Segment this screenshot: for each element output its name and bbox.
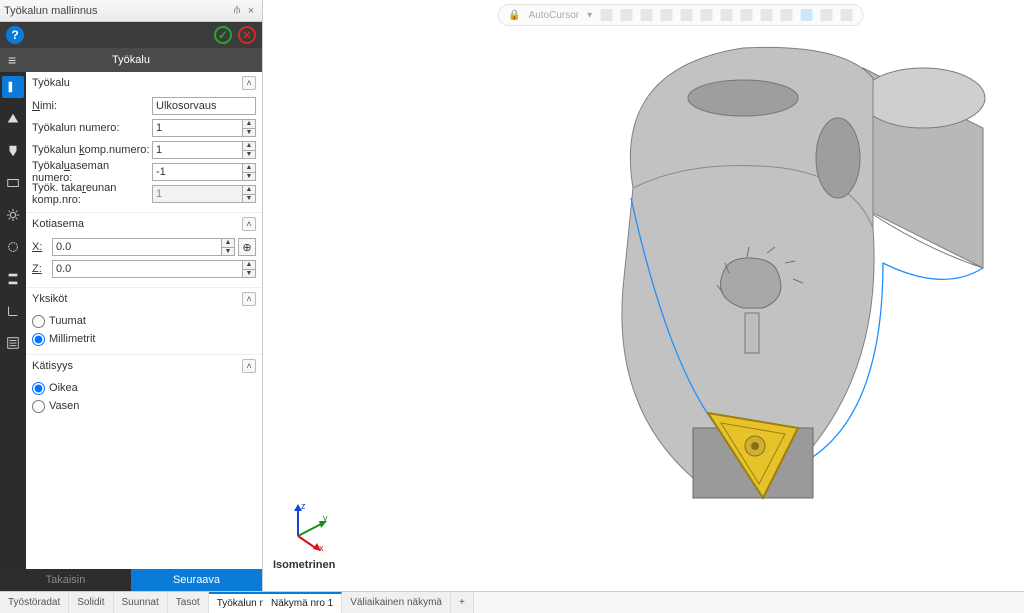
- compno-input[interactable]: 1: [152, 141, 243, 159]
- tab-planes[interactable]: Suunnat: [114, 592, 168, 613]
- tab-addview[interactable]: +: [451, 592, 474, 613]
- next-button[interactable]: Seuraava: [131, 569, 262, 591]
- iconbar-holder[interactable]: [2, 140, 24, 162]
- panel-toolbar: ?: [0, 22, 262, 48]
- tab-levels[interactable]: Tasot: [168, 592, 209, 613]
- x-spinner[interactable]: ▲▼: [221, 238, 235, 256]
- panel-footer: Takaisin Seuraava: [0, 569, 262, 591]
- chevron-up-icon[interactable]: ˄: [242, 359, 256, 373]
- compno-spinner[interactable]: ▲▼: [242, 141, 256, 159]
- tool-3d-view: [443, 8, 1003, 548]
- x-label: X:: [32, 241, 52, 253]
- svg-text:z: z: [301, 501, 306, 511]
- tab-view1[interactable]: Näkymä nro 1: [263, 592, 342, 613]
- pick-target-button[interactable]: ⊕: [238, 238, 256, 256]
- stationno-input[interactable]: -1: [152, 163, 243, 181]
- group-home-header[interactable]: Kotiasema ˄: [26, 212, 262, 235]
- ok-button[interactable]: [214, 26, 232, 44]
- tab-tempview[interactable]: Väliaikainen näkymä: [342, 592, 451, 613]
- group-units-header[interactable]: Yksiköt ˄: [26, 287, 262, 310]
- hand-right-radio[interactable]: Oikea: [32, 379, 256, 397]
- group-tool-header[interactable]: Työkalu ˄: [26, 72, 262, 94]
- name-input[interactable]: Ulkosorvaus: [152, 97, 256, 115]
- iconbar-setup[interactable]: [2, 172, 24, 194]
- iconbar-axis[interactable]: [2, 300, 24, 322]
- rearcomp-label: Työk. takareunan komp.nro:: [32, 182, 152, 206]
- view-orientation-label: Isometrinen: [273, 559, 335, 571]
- chevron-up-icon[interactable]: ˄: [242, 292, 256, 306]
- help-icon[interactable]: ?: [6, 26, 24, 44]
- toolno-label: Työkalun numero:: [32, 122, 152, 134]
- bottom-tab-strip: Työstöradat Solidit Suunnat Tasot Työkal…: [0, 591, 1024, 613]
- units-inches-radio[interactable]: Tuumat: [32, 312, 256, 330]
- chevron-up-icon[interactable]: ˄: [242, 76, 256, 90]
- tab-toolpaths[interactable]: Työstöradat: [0, 592, 69, 613]
- name-label: Nimi:: [32, 100, 152, 112]
- units-mm-radio[interactable]: Millimetrit: [32, 330, 256, 348]
- close-icon[interactable]: ×: [244, 5, 258, 17]
- iconbar-align[interactable]: [2, 268, 24, 290]
- properties-area: Työkalu ˄ Nimi: Ulkosorvaus Työkalun num…: [26, 72, 262, 569]
- panel-subhead-label: Työkalu: [112, 54, 150, 66]
- left-panel: Työkalun mallinnus ⫛ × ? ≡ Työkalu: [0, 0, 263, 591]
- hamburger-icon[interactable]: ≡: [8, 52, 16, 68]
- x-input[interactable]: 0.0: [52, 238, 222, 256]
- z-spinner[interactable]: ▲▼: [242, 260, 256, 278]
- iconbar-insert[interactable]: [2, 108, 24, 130]
- svg-text:y: y: [323, 513, 328, 523]
- chevron-up-icon[interactable]: ˄: [242, 217, 256, 231]
- hand-left-radio[interactable]: Vasen: [32, 397, 256, 415]
- back-button[interactable]: Takaisin: [0, 569, 131, 591]
- z-label: Z:: [32, 263, 52, 275]
- iconbar-gear[interactable]: [2, 204, 24, 226]
- cancel-button[interactable]: [238, 26, 256, 44]
- stationno-label: Työkaluaseman numero:: [32, 160, 152, 184]
- pin-icon[interactable]: ⫛: [230, 4, 244, 17]
- rearcomp-input: 1: [152, 185, 243, 203]
- panel-iconbar: [0, 72, 26, 569]
- axis-gnomon: z y x: [283, 501, 333, 551]
- panel-titlebar: Työkalun mallinnus ⫛ ×: [0, 0, 262, 22]
- tab-solids[interactable]: Solidit: [69, 592, 113, 613]
- group-hand-header[interactable]: Kätisyys ˄: [26, 354, 262, 377]
- viewport[interactable]: 🔒 AutoCursor ▾: [263, 0, 1024, 591]
- iconbar-list[interactable]: [2, 332, 24, 354]
- iconbar-circle[interactable]: [2, 236, 24, 258]
- stationno-spinner[interactable]: ▲▼: [242, 163, 256, 181]
- compno-label: Työkalun komp.numero:: [32, 144, 152, 156]
- panel-title: Työkalun mallinnus: [4, 5, 230, 17]
- svg-text:x: x: [319, 543, 324, 553]
- panel-subheader: ≡ Työkalu: [0, 48, 262, 72]
- rearcomp-spinner: ▲▼: [242, 185, 256, 203]
- toolno-spinner[interactable]: ▲▼: [242, 119, 256, 137]
- z-input[interactable]: 0.0: [52, 260, 243, 278]
- toolno-input[interactable]: 1: [152, 119, 243, 137]
- iconbar-tool[interactable]: [2, 76, 24, 98]
